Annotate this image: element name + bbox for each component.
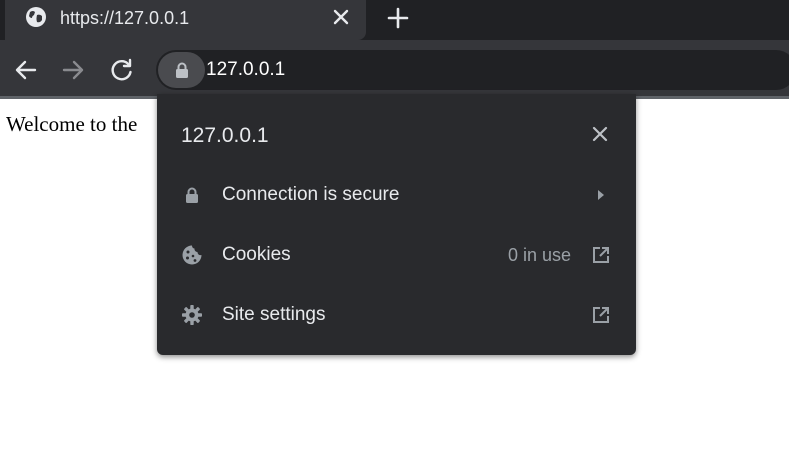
reload-icon[interactable]	[109, 57, 135, 83]
browser-window: https://127.0.0.1 127.0.0.1 Welcome to t…	[0, 0, 789, 470]
tab-title: https://127.0.0.1	[60, 8, 190, 28]
site-info-button[interactable]	[158, 52, 205, 88]
tab-close-icon[interactable]	[329, 5, 353, 29]
address-bar[interactable]: 127.0.0.1	[156, 50, 789, 90]
tab-active[interactable]: https://127.0.0.1	[5, 0, 366, 40]
site-settings-label: Site settings	[222, 304, 326, 325]
forward-arrow-icon[interactable]	[60, 57, 86, 83]
page-body-text: Welcome to the	[6, 112, 138, 136]
external-link-icon	[590, 244, 612, 266]
external-link-icon	[590, 304, 612, 326]
toolbar: 127.0.0.1	[0, 40, 789, 96]
cookie-icon	[181, 244, 203, 266]
arrow-right-icon	[590, 184, 612, 206]
cookies-label: Cookies	[222, 244, 291, 265]
close-icon[interactable]	[588, 122, 612, 146]
back-arrow-icon[interactable]	[13, 57, 39, 83]
connection-secure-row[interactable]: Connection is secure	[157, 165, 636, 225]
cookies-row[interactable]: Cookies 0 in use	[157, 225, 636, 285]
site-info-popup: 127.0.0.1 Connection is secure Cookies 0…	[157, 94, 636, 355]
connection-secure-label: Connection is secure	[222, 184, 400, 205]
globe-icon	[25, 6, 47, 28]
new-tab-plus-icon[interactable]	[384, 4, 412, 32]
lock-icon	[176, 62, 188, 78]
popup-title: 127.0.0.1	[181, 124, 269, 147]
cookies-status: 0 in use	[507, 245, 571, 265]
gear-icon	[181, 304, 203, 326]
site-settings-row[interactable]: Site settings	[157, 285, 636, 345]
url-text[interactable]: 127.0.0.1	[206, 59, 285, 81]
lock-icon	[181, 184, 203, 206]
